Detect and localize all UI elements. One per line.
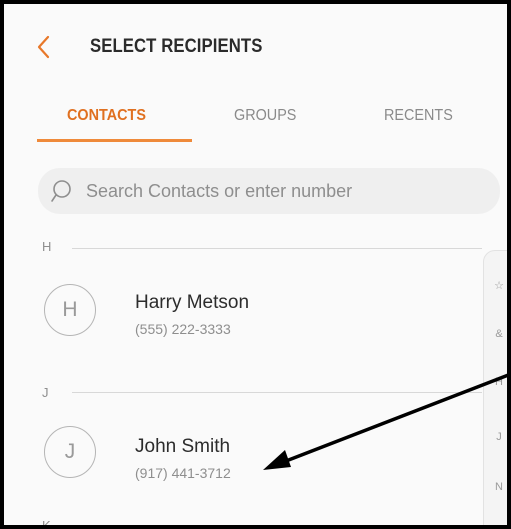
annotation-arrow [263, 372, 511, 470]
